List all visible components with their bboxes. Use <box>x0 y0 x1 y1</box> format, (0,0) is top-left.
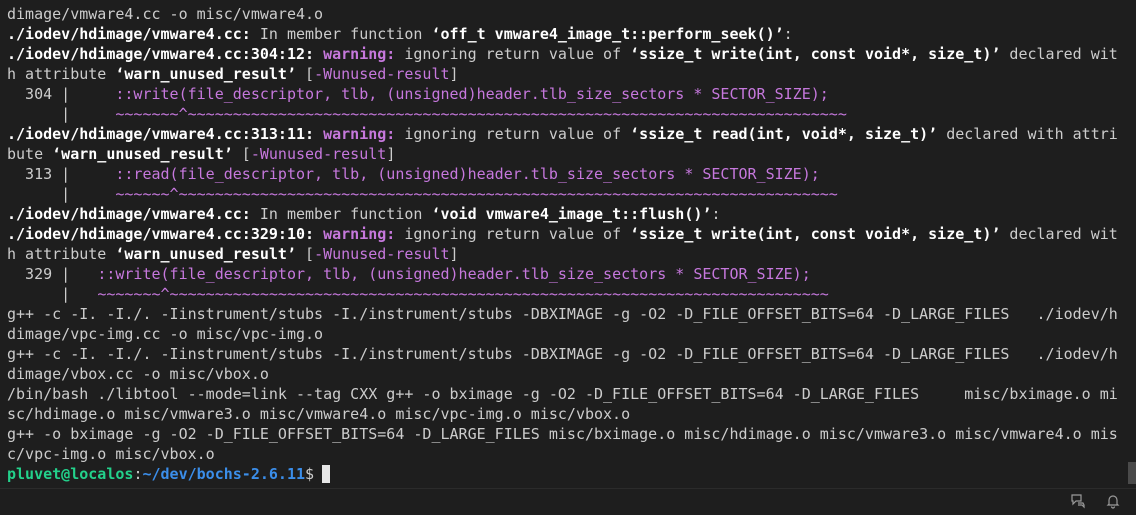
terminal-text-segment: [ <box>296 245 315 263</box>
terminal-line: dimage/vmware4.cc -o misc/vmware4.o <box>7 4 1128 24</box>
terminal-text-segment: c/vpc-img.o misc/vbox.o <box>7 445 215 463</box>
prompt-user-host: pluvet@localos <box>7 465 134 483</box>
terminal-text-segment: ‘warn_unused_result’ <box>52 145 233 163</box>
terminal-text-segment: ‘warn_unused_result’ <box>115 245 296 263</box>
terminal-line: 304 | ::write(file_descriptor, tlb, (uns… <box>7 84 1128 104</box>
terminal-line: h attribute ‘warn_unused_result’ [-Wunus… <box>7 64 1128 84</box>
terminal-text-segment: bute <box>7 145 53 163</box>
terminal-line: dimage/vpc-img.cc -o misc/vpc-img.o <box>7 324 1128 344</box>
terminal-text-segment: 304 | <box>7 85 116 103</box>
terminal-line: g++ -o bximage -g -O2 -D_FILE_OFFSET_BIT… <box>7 424 1128 444</box>
terminal-cursor <box>322 465 331 483</box>
terminal-text-segment: | <box>7 105 116 123</box>
terminal-line: g++ -c -I. -I./. -Iinstrument/stubs -I./… <box>7 344 1128 364</box>
terminal-text-segment: warning: <box>323 45 396 63</box>
terminal-text-segment: [ <box>296 65 315 83</box>
terminal-text-segment: -Wunused-result <box>250 145 387 163</box>
terminal-text-segment: -Wunused-result <box>314 65 450 83</box>
terminal-text-segment: [ <box>232 145 251 163</box>
prompt-symbol: $ <box>305 465 315 483</box>
terminal-text-segment: dimage/vbox.cc -o misc/vbox.o <box>7 365 269 383</box>
terminal-text-segment: h attribute <box>7 245 116 263</box>
terminal-text-segment: In member function <box>250 205 432 223</box>
terminal-line: g++ -c -I. -I./. -Iinstrument/stubs -I./… <box>7 304 1128 324</box>
terminal-text-segment: ] <box>449 65 459 83</box>
terminal-text-segment: ignoring return value of <box>395 45 631 63</box>
terminal-line: dimage/vbox.cc -o misc/vbox.o <box>7 364 1128 384</box>
terminal-line: ./iodev/hdimage/vmware4.cc: In member fu… <box>7 204 1128 224</box>
feedback-icon[interactable] <box>1069 492 1087 510</box>
terminal-line: ./iodev/hdimage/vmware4.cc:329:10: warni… <box>7 224 1128 244</box>
terminal-text-segment: sc/hdimage.o misc/vmware3.o misc/vmware4… <box>7 405 631 423</box>
scrollbar-thumb[interactable] <box>1128 462 1136 484</box>
terminal-text-segment: ./iodev/hdimage/vmware4.cc:313:11: <box>7 125 315 143</box>
terminal-text-segment: ./iodev/hdimage/vmware4.cc: <box>7 205 251 223</box>
terminal-line: h attribute ‘warn_unused_result’ [-Wunus… <box>7 244 1128 264</box>
prompt-path: ~/dev/bochs-2.6.11 <box>142 465 306 483</box>
terminal-line: | ~~~~~~~^~~~~~~~~~~~~~~~~~~~~~~~~~~~~~~… <box>7 284 1128 304</box>
terminal-output[interactable]: dimage/vmware4.cc -o misc/vmware4.o ./iod… <box>0 0 1128 488</box>
terminal-text-segment: -Wunused-result <box>314 245 450 263</box>
terminal-text-segment: ‘void vmware4_image_t::flush()’ <box>431 205 712 223</box>
terminal-text-segment: warning: <box>323 225 396 243</box>
terminal-text-segment: ignoring return value of <box>395 125 631 143</box>
terminal-text-segment: g++ -o bximage -g -O2 -D_FILE_OFFSET_BIT… <box>7 425 1118 443</box>
terminal-text-segment: In member function <box>250 25 432 43</box>
terminal-text-segment: ‘ssize_t read(int, void*, size_t)’ <box>630 125 938 143</box>
terminal-text-segment: g++ -c -I. -I./. -Iinstrument/stubs -I./… <box>7 305 1118 323</box>
terminal-text-segment: ‘ssize_t write(int, const void*, size_t)… <box>630 225 1001 243</box>
terminal-text-segment: declared with attri <box>937 125 1118 143</box>
terminal-line: c/vpc-img.o misc/vbox.o <box>7 444 1128 464</box>
terminal-text-segment: | <box>7 185 116 203</box>
terminal-line: 329 | ::write(file_descriptor, tlb, (uns… <box>7 264 1128 284</box>
terminal-text-segment: ./iodev/hdimage/vmware4.cc:304:12: <box>7 45 315 63</box>
terminal-text-segment: ignoring return value of <box>395 225 631 243</box>
terminal-line: ./iodev/hdimage/vmware4.cc:304:12: warni… <box>7 44 1128 64</box>
terminal-text-segment: warning: <box>323 125 396 143</box>
terminal-text-segment: /bin/bash ./libtool --mode=link --tag CX… <box>7 385 1118 403</box>
terminal-line: bute ‘warn_unused_result’ [-Wunused-resu… <box>7 144 1128 164</box>
terminal-lines: dimage/vmware4.cc -o misc/vmware4.o ./iod… <box>7 4 1128 464</box>
terminal-text-segment: ~~~~~~~^~~~~~~~~~~~~~~~~~~~~~~~~~~~~~~~~… <box>97 285 829 303</box>
terminal-line: | ~~~~~~^~~~~~~~~~~~~~~~~~~~~~~~~~~~~~~~… <box>7 184 1128 204</box>
terminal-text-segment: ./iodev/hdimage/vmware4.cc: <box>7 25 251 43</box>
terminal-line: sc/hdimage.o misc/vmware3.o misc/vmware4… <box>7 404 1128 424</box>
terminal-text-segment: declared wit <box>1000 45 1118 63</box>
terminal-text-segment: 329 | <box>7 265 98 283</box>
terminal-text-segment: : <box>711 205 721 223</box>
terminal-text-segment: : <box>783 25 793 43</box>
bell-icon[interactable] <box>1104 492 1122 510</box>
terminal-line: ./iodev/hdimage/vmware4.cc:313:11: warni… <box>7 124 1128 144</box>
terminal-text-segment: 313 | <box>7 165 116 183</box>
terminal-text-segment: g++ -c -I. -I./. -Iinstrument/stubs -I./… <box>7 345 1118 363</box>
status-bar <box>0 488 1136 512</box>
prompt-line[interactable]: pluvet@localos:~/dev/bochs-2.6.11$ <box>7 464 1128 484</box>
terminal-text-segment: ::write(file_descriptor, tlb, (unsigned)… <box>97 265 811 283</box>
terminal-line: /bin/bash ./libtool --mode=link --tag CX… <box>7 384 1128 404</box>
terminal-text-segment: ‘warn_unused_result’ <box>115 65 296 83</box>
terminal-text-segment: ‘ssize_t write(int, const void*, size_t)… <box>630 45 1001 63</box>
terminal-text-segment: declared wit <box>1000 225 1118 243</box>
terminal-text-segment: ~~~~~~~^~~~~~~~~~~~~~~~~~~~~~~~~~~~~~~~~… <box>115 105 847 123</box>
terminal-text-segment: h attribute <box>7 65 116 83</box>
terminal-text-segment: ] <box>449 245 459 263</box>
terminal-scrollbar[interactable] <box>1128 0 1136 488</box>
terminal-text-segment: ::write(file_descriptor, tlb, (unsigned)… <box>115 85 829 103</box>
terminal-text-segment: ‘off_t vmware4_image_t::perform_seek()’ <box>431 25 784 43</box>
terminal-text-segment: ./iodev/hdimage/vmware4.cc:329:10: <box>7 225 315 243</box>
terminal-text-segment: dimage/vpc-img.cc -o misc/vpc-img.o <box>7 325 324 343</box>
terminal-text-segment: ::read(file_descriptor, tlb, (unsigned)h… <box>115 165 820 183</box>
terminal-line: 313 | ::read(file_descriptor, tlb, (unsi… <box>7 164 1128 184</box>
terminal-text-segment: | <box>7 285 98 303</box>
terminal-line: ./iodev/hdimage/vmware4.cc: In member fu… <box>7 24 1128 44</box>
terminal-text-segment: ] <box>386 145 396 163</box>
terminal-text-segment: dimage/vmware4.cc -o misc/vmware4.o <box>7 5 324 23</box>
terminal-text-segment: ~~~~~~^~~~~~~~~~~~~~~~~~~~~~~~~~~~~~~~~~… <box>115 185 838 203</box>
terminal-line: | ~~~~~~~^~~~~~~~~~~~~~~~~~~~~~~~~~~~~~~… <box>7 104 1128 124</box>
